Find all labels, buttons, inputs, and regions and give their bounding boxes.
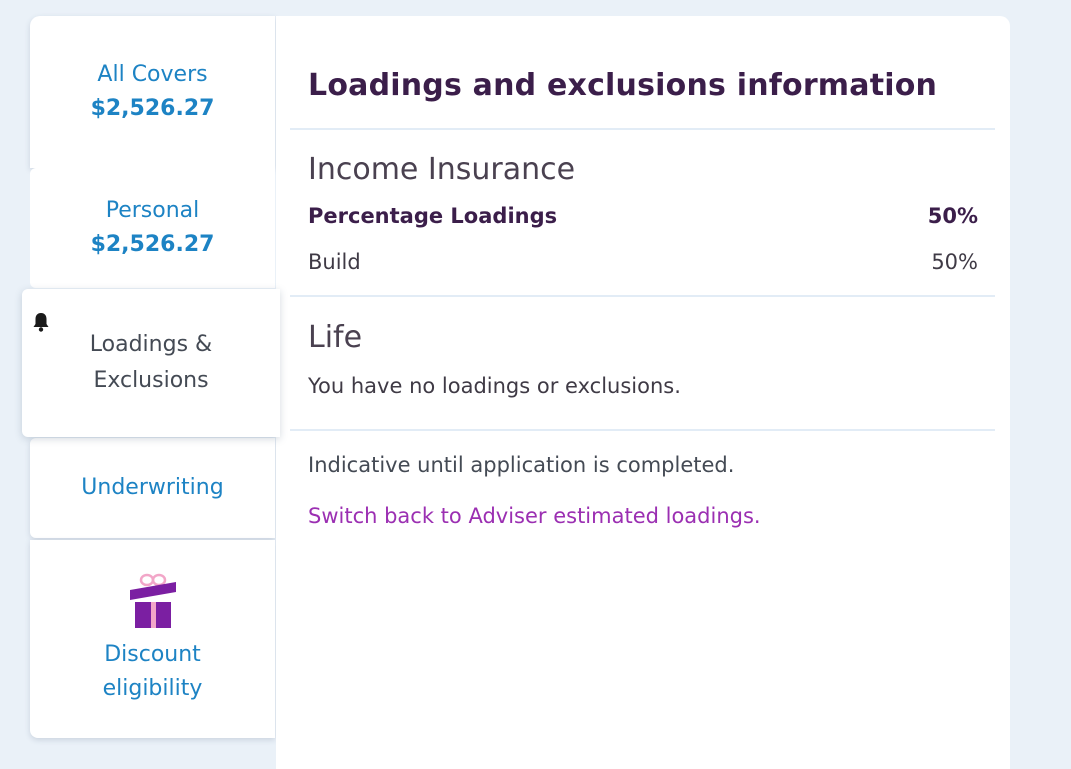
divider: [290, 429, 995, 431]
tab-underwriting-label: Underwriting: [81, 475, 224, 500]
life-message: You have no loadings or exclusions.: [308, 374, 681, 398]
tab-discount-label-line2: eligibility: [102, 676, 203, 701]
loadings-panel: Loadings and exclusions information Inco…: [276, 16, 1010, 769]
tab-discount-label-line1: Discount: [104, 642, 201, 667]
build-value: 50%: [931, 250, 978, 274]
percentage-loadings-label: Percentage Loadings: [308, 204, 558, 228]
switch-back-link[interactable]: Switch back to Adviser estimated loading…: [308, 504, 761, 528]
tab-personal-amount: $2,526.27: [90, 232, 215, 257]
gift-icon: [129, 573, 176, 628]
tab-personal-label: Personal: [105, 198, 200, 223]
tab-discount-eligibility[interactable]: Discount eligibility: [30, 540, 275, 738]
tab-all-covers-amount: $2,526.27: [90, 96, 215, 121]
tab-all-covers-label: All Covers: [97, 62, 208, 87]
divider: [290, 295, 995, 297]
tab-loadings-label-line2: Exclusions: [93, 368, 209, 393]
page-title: Loadings and exclusions information: [308, 68, 938, 103]
divider: [290, 128, 995, 130]
tab-loadings-exclusions[interactable]: Loadings & Exclusions: [22, 289, 280, 437]
tab-all-covers[interactable]: All Covers $2,526.27: [30, 16, 275, 168]
tab-personal[interactable]: Personal $2,526.27: [30, 168, 275, 288]
build-label: Build: [308, 250, 361, 274]
income-insurance-heading: Income Insurance: [308, 152, 576, 187]
life-heading: Life: [308, 320, 363, 355]
tab-loadings-label-line1: Loadings &: [89, 332, 213, 357]
percentage-loadings-value: 50%: [927, 204, 978, 228]
bell-icon: [33, 313, 49, 332]
indicative-note: Indicative until application is complete…: [308, 453, 735, 477]
tab-underwriting[interactable]: Underwriting: [30, 438, 275, 538]
